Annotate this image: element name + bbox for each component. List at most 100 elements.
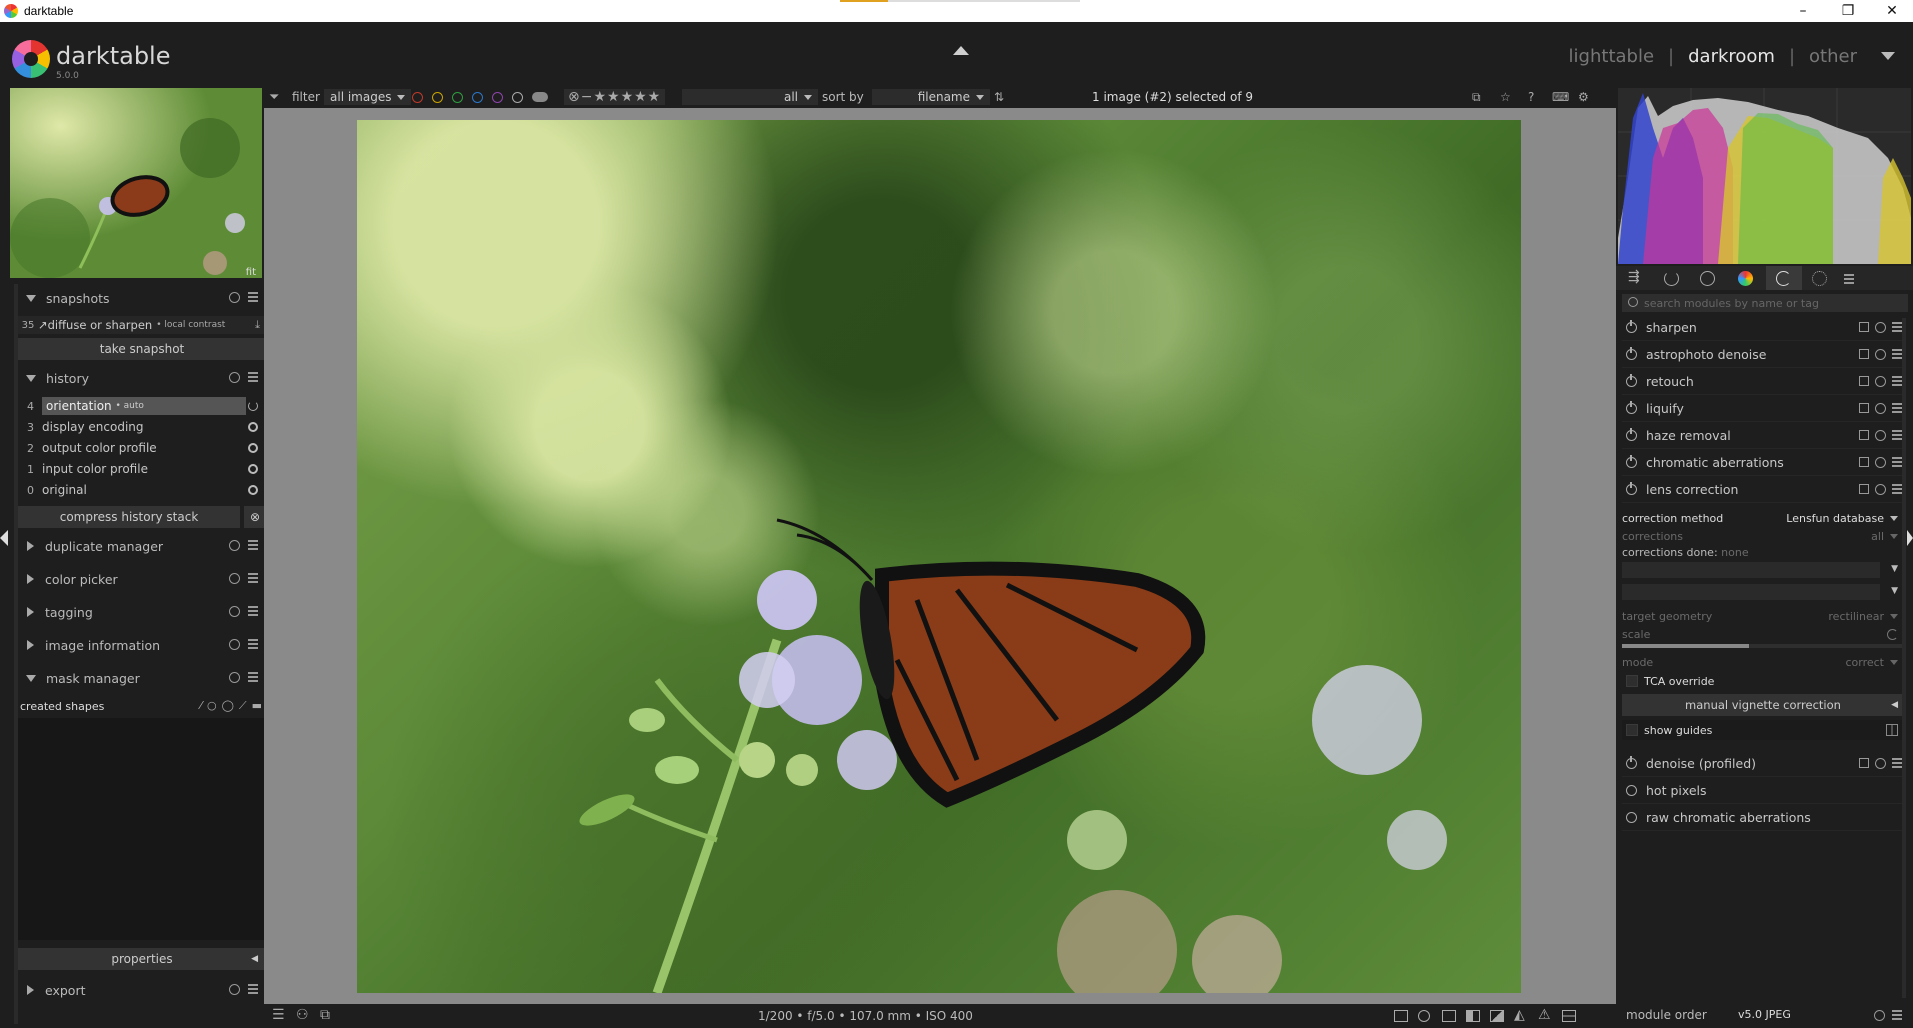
power-icon[interactable] (1626, 319, 1637, 333)
export-header[interactable]: export (18, 976, 266, 1004)
module-liquify[interactable]: liquify (1622, 395, 1904, 422)
color-assessment-icon[interactable] (1418, 1010, 1430, 1022)
tca-override-row[interactable]: TCA override (1622, 672, 1904, 690)
sort-order-icon[interactable]: ⇅ (994, 89, 1004, 105)
view-lighttable[interactable]: lighttable (1569, 46, 1654, 67)
history-item[interactable]: 0 original (18, 480, 266, 500)
copy-history-icon[interactable]: ⊗ (244, 506, 266, 528)
presets-menu-icon[interactable] (248, 606, 258, 616)
sort-select[interactable]: filename (872, 89, 990, 105)
reset-icon[interactable] (229, 984, 240, 995)
reset-icon[interactable] (1875, 457, 1886, 468)
correction-method-row[interactable]: correction method Lensfun database (1622, 512, 1904, 525)
star-overlay-icon[interactable]: ☆ (1500, 89, 1511, 105)
power-icon[interactable] (1626, 400, 1637, 414)
module-denoise-profiled[interactable]: denoise (profiled) (1622, 750, 1904, 777)
red-label-icon[interactable] (412, 91, 423, 103)
lens-dropdown-icon[interactable]: ▼ (1891, 586, 1898, 596)
properties-header[interactable]: properties ◀ (18, 948, 266, 970)
module-sharpen[interactable]: sharpen (1622, 314, 1904, 341)
auto-scale-icon[interactable] (1887, 629, 1898, 640)
module-chromatic-aberrations[interactable]: chromatic aberrations (1622, 449, 1904, 476)
presets-menu-icon[interactable] (1892, 430, 1902, 440)
presets-menu-icon[interactable] (248, 372, 258, 382)
scale-row[interactable]: scale (1622, 628, 1904, 641)
power-icon[interactable] (1626, 811, 1637, 823)
shapes-list[interactable] (18, 718, 266, 940)
blue-label-icon[interactable] (472, 91, 483, 103)
show-guides-row[interactable]: show guides (1622, 720, 1904, 740)
power-icon[interactable] (1626, 346, 1637, 360)
views-menu-caret-icon[interactable] (1881, 52, 1895, 60)
preferences-gear-icon[interactable]: ⚙ (1578, 89, 1589, 105)
reset-icon[interactable] (229, 573, 240, 584)
module-hot-pixels[interactable]: hot pixels (1622, 777, 1904, 804)
ellipse-shape-icon[interactable]: ◯ (222, 699, 234, 713)
multi-instance-icon[interactable] (1859, 484, 1869, 494)
circle-shape-icon[interactable]: ○ (207, 699, 217, 713)
keyboard-shortcuts-icon[interactable]: ⌨ (1552, 89, 1569, 105)
history-item[interactable]: 3 display encoding (18, 417, 266, 437)
presets-menu-icon[interactable] (1892, 484, 1902, 494)
scale-slider[interactable] (1622, 644, 1904, 648)
quick-access-menu-icon[interactable]: ☰ (272, 1007, 286, 1023)
reset-icon[interactable] (1875, 403, 1886, 414)
power-icon[interactable] (1626, 427, 1637, 441)
clipping-icon[interactable] (1466, 1010, 1480, 1022)
compress-history-button[interactable]: compress history stack (18, 506, 240, 528)
multi-instance-icon[interactable] (1859, 457, 1869, 467)
module-raw-chromatic-aberrations[interactable]: raw chromatic aberrations (1622, 804, 1904, 831)
power-icon[interactable] (1626, 755, 1637, 769)
multi-instance-icon[interactable] (1859, 403, 1869, 413)
presets-menu-icon[interactable] (1844, 274, 1854, 284)
presets-menu-icon[interactable] (1892, 1010, 1902, 1020)
power-icon[interactable] (1626, 454, 1637, 468)
module-order-value[interactable]: v5.0 JPEG (1738, 1008, 1791, 1021)
restore-snapshot-icon[interactable]: ⤓ (255, 318, 260, 332)
gradient-shape-icon[interactable]: ▬ (252, 699, 262, 713)
multi-instance-icon[interactable] (1859, 322, 1869, 332)
corrections-row[interactable]: corrections all (1622, 530, 1904, 543)
show-guides-checkbox[interactable] (1626, 724, 1638, 736)
power-icon[interactable] (1626, 784, 1637, 796)
left-panel-scrollbar[interactable] (14, 284, 18, 1024)
tagging-header[interactable]: tagging (18, 598, 266, 626)
presets-menu-icon[interactable] (248, 540, 258, 550)
presets-menu-icon[interactable] (248, 573, 258, 583)
reset-icon[interactable] (229, 372, 240, 383)
correct-tab-selected[interactable] (1766, 266, 1802, 290)
presets-menu-icon[interactable] (1892, 758, 1902, 768)
zoom-fit-label[interactable]: fit (246, 267, 256, 278)
brush-icon[interactable]: ⁄ (200, 699, 202, 713)
history-item[interactable]: 4 orientation • auto (18, 396, 266, 416)
view-other[interactable]: other (1809, 46, 1857, 67)
view-darkroom[interactable]: darkroom (1688, 46, 1775, 67)
main-photo[interactable] (357, 120, 1521, 993)
snapshot-entry[interactable]: 35 ↗diffuse or sharpen • local contrast … (18, 316, 266, 334)
presets-menu-icon[interactable] (248, 292, 258, 302)
multi-instance-icon[interactable] (1859, 376, 1869, 386)
focus-peaking-icon[interactable] (1394, 1010, 1408, 1022)
guides-grid-icon[interactable] (1562, 1010, 1576, 1022)
tca-override-checkbox[interactable] (1626, 675, 1638, 687)
presets-menu-icon[interactable] (248, 984, 258, 994)
multi-instance-icon[interactable] (1859, 430, 1869, 440)
histogram[interactable] (1618, 88, 1911, 264)
collapse-left-panel-arrow-icon[interactable] (0, 530, 8, 546)
duplicate-manager-header[interactable]: duplicate manager (18, 532, 266, 560)
module-search[interactable]: search modules by name or tag (1622, 294, 1908, 312)
guides-grid-icon[interactable] (1886, 724, 1898, 736)
reset-icon[interactable] (229, 639, 240, 650)
reset-icon[interactable] (229, 672, 240, 683)
module-lens-correction[interactable]: lens correction (1622, 476, 1904, 503)
help-icon[interactable]: ? (1528, 89, 1534, 105)
reset-icon[interactable] (1875, 430, 1886, 441)
close-button[interactable]: ✕ (1870, 0, 1913, 22)
reset-icon[interactable] (1875, 484, 1886, 495)
path-shape-icon[interactable]: ⟋ (239, 699, 247, 713)
reset-icon[interactable] (1875, 322, 1886, 333)
collapse-top-arrow-icon[interactable] (953, 46, 969, 55)
image-information-header[interactable]: image information (18, 631, 266, 659)
raw-overexposed-icon[interactable] (1442, 1010, 1456, 1022)
target-geometry-row[interactable]: target geometry rectilinear (1622, 610, 1904, 623)
